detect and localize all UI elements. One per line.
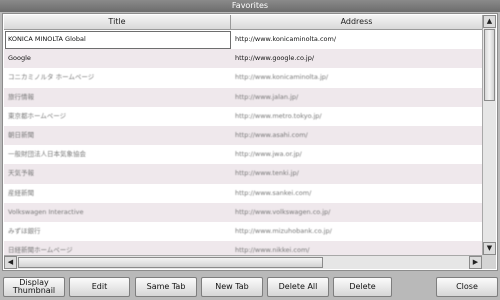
row-address: http://www.google.co.jp/ [235, 54, 315, 63]
horizontal-scroll-thumb[interactable] [18, 257, 323, 268]
close-button[interactable]: Close [436, 277, 498, 297]
table-row[interactable]: 産経新聞 http://www.sankei.com/ [4, 183, 482, 203]
window-title: Favorites [0, 0, 500, 12]
table-row[interactable]: 一般財団法人日本気象協会 http://www.jwa.or.jp/ [4, 145, 482, 165]
scroll-down-icon[interactable]: ▼ [483, 242, 496, 255]
table-row[interactable]: Google http://www.google.co.jp/ [4, 49, 482, 69]
delete-button[interactable]: Delete [333, 277, 392, 297]
table-row[interactable]: コニカミノルタ ホームページ http://www.konicaminolta.… [4, 68, 482, 88]
row-address: http://www.nikkei.com/ [235, 246, 310, 255]
row-title: 日経新聞ホームページ [8, 246, 73, 255]
row-address: http://www.metro.tokyo.jp/ [235, 111, 322, 120]
horizontal-scrollbar[interactable]: ◀ ▶ [4, 255, 482, 269]
favorites-table: Title Address KONICA MINOLTA Global http… [4, 15, 482, 255]
new-tab-button[interactable]: New Tab [201, 277, 263, 297]
table-row[interactable]: KONICA MINOLTA Global http://www.konicam… [4, 30, 482, 50]
row-title: 旅行情報 [8, 92, 34, 101]
vertical-scroll-thumb[interactable] [484, 29, 495, 101]
favorites-panel: Title Address KONICA MINOLTA Global http… [2, 13, 498, 271]
same-tab-button[interactable]: Same Tab [135, 277, 197, 297]
row-address: http://www.konicaminolta.jp/ [235, 73, 329, 82]
row-title: 産経新聞 [8, 188, 34, 197]
row-address: http://www.jalan.jp/ [235, 92, 299, 101]
row-title: みずほ銀行 [8, 226, 41, 235]
scroll-right-icon[interactable]: ▶ [469, 256, 482, 269]
table-row[interactable]: 日経新聞ホームページ http://www.nikkei.com/ [4, 241, 482, 255]
column-header-address[interactable]: Address [231, 15, 482, 29]
scroll-left-icon[interactable]: ◀ [4, 256, 17, 269]
row-address: http://www.jwa.or.jp/ [235, 150, 302, 159]
row-title: 東京都ホームページ [8, 111, 67, 120]
row-address: http://www.volkswagen.co.jp/ [235, 207, 331, 216]
table-row[interactable]: 朝日新聞 http://www.asahi.com/ [4, 125, 482, 146]
table-row[interactable]: Volkswagen Interactive http://www.volksw… [4, 202, 482, 222]
table-body: KONICA MINOLTA Global http://www.konicam… [4, 30, 482, 255]
scroll-up-icon[interactable]: ▲ [483, 15, 496, 28]
row-address: http://www.konicaminolta.com/ [235, 35, 337, 43]
row-title: 天気予報 [8, 169, 34, 178]
row-address: http://www.sankei.com/ [235, 188, 312, 197]
row-address: http://www.mizuhobank.co.jp/ [235, 226, 332, 235]
display-thumbnail-label-line2: Thumbnail [12, 286, 56, 295]
table-row[interactable]: 旅行情報 http://www.jalan.jp/ [4, 87, 482, 107]
table-header: Title Address [4, 15, 482, 30]
row-address: http://www.asahi.com/ [235, 130, 308, 139]
table-row[interactable]: 天気予報 http://www.tenki.jp/ [4, 164, 482, 184]
delete-all-button[interactable]: Delete All [267, 277, 329, 297]
row-title: 一般財団法人日本気象協会 [8, 150, 86, 159]
row-title: 朝日新聞 [8, 130, 34, 139]
row-title: Volkswagen Interactive [8, 207, 84, 216]
row-title: KONICA MINOLTA Global [8, 35, 86, 43]
row-title: Google [8, 54, 31, 63]
display-thumbnail-button[interactable]: Display Thumbnail [3, 277, 65, 297]
table-row[interactable]: みずほ銀行 http://www.mizuhobank.co.jp/ [4, 221, 482, 242]
row-title: コニカミノルタ ホームページ [8, 73, 95, 82]
row-address: http://www.tenki.jp/ [235, 169, 299, 178]
vertical-scrollbar[interactable]: ▲ ▼ [482, 15, 496, 255]
edit-button[interactable]: Edit [69, 277, 130, 297]
scrollbar-corner [482, 255, 496, 269]
table-row[interactable]: 東京都ホームページ http://www.metro.tokyo.jp/ [4, 106, 482, 126]
column-header-title[interactable]: Title [4, 15, 231, 29]
